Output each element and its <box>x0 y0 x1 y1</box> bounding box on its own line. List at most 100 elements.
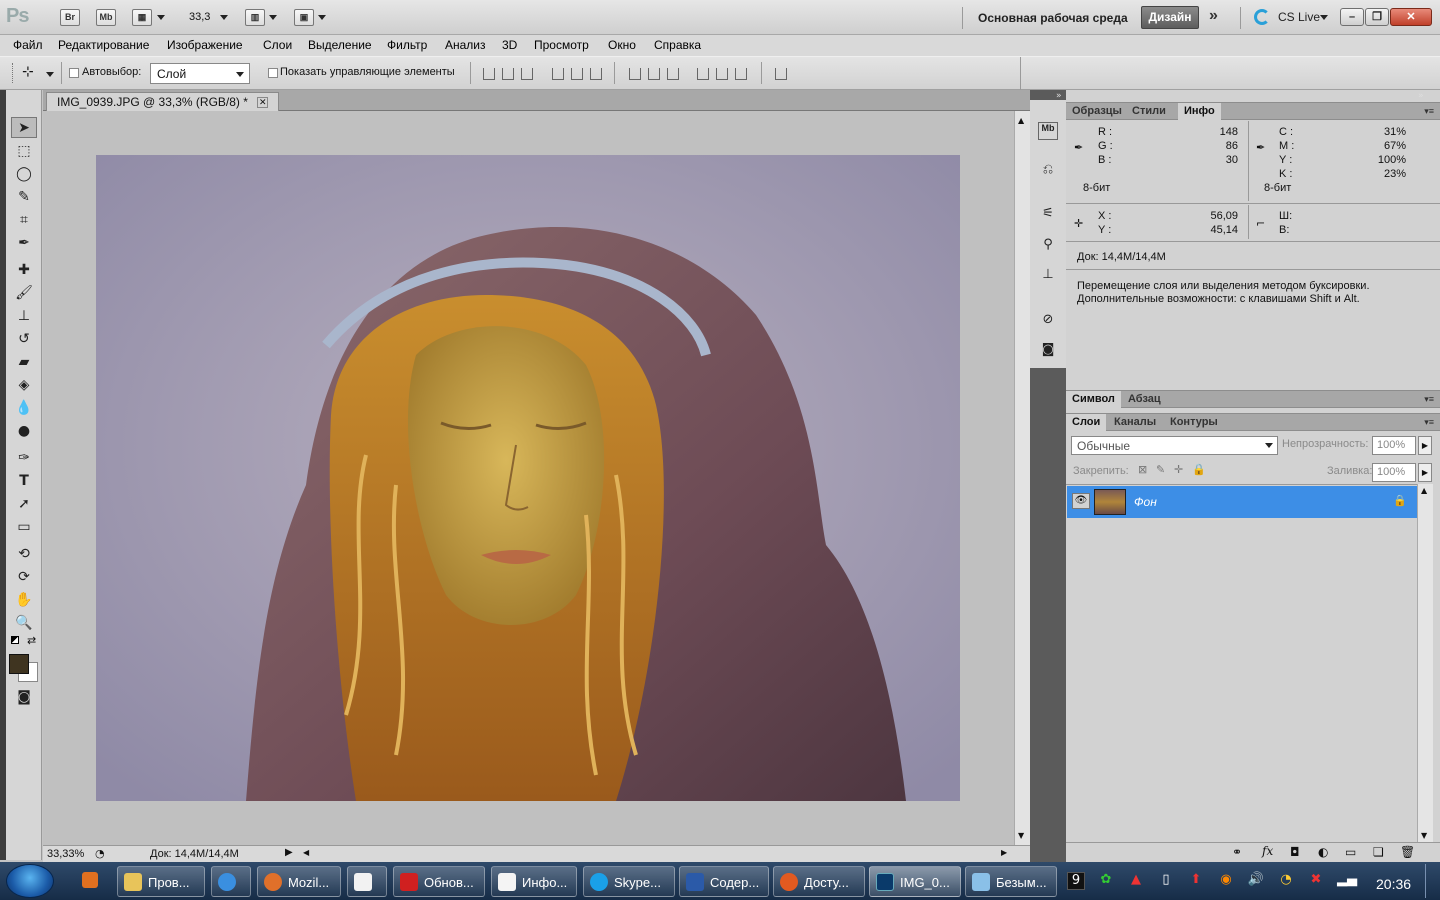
autoselect-target-select[interactable]: Слой <box>150 63 250 84</box>
link-layers-icon[interactable]: ⚭ <box>1232 845 1242 859</box>
lock-transparency-icon[interactable]: ⊠ <box>1138 463 1147 476</box>
clone-stamp-tool-icon[interactable]: ⊥ <box>11 305 37 326</box>
menu-filter[interactable]: Фильтр <box>387 38 427 52</box>
zoom-tool-icon[interactable]: 🔍 <box>11 612 37 633</box>
tray-acrobat-icon[interactable]: ▲ <box>1127 872 1145 890</box>
mini-bridge-panel-icon[interactable]: Mb <box>1038 122 1058 140</box>
options-grip[interactable] <box>12 63 15 83</box>
lock-all-icon[interactable]: 🔒 <box>1192 463 1206 476</box>
scroll-right-icon[interactable]: ▶ <box>1001 848 1007 857</box>
tray-signal-icon[interactable]: ▂▄ <box>1337 872 1357 890</box>
hand-tool-icon[interactable]: ✋ <box>11 589 37 610</box>
move-tool-preset-icon[interactable]: ⊹ <box>22 64 34 80</box>
cs-live-dropdown-icon[interactable] <box>1320 15 1328 20</box>
tray-clock-app-icon[interactable]: ◔ <box>1277 872 1295 890</box>
scroll-left-icon[interactable]: ◀ <box>303 848 309 857</box>
new-group-icon[interactable]: ▭ <box>1345 845 1356 859</box>
swap-colors-icon[interactable]: ⇄ <box>27 634 36 647</box>
adjustments-panel-icon[interactable]: ⚟ <box>1038 206 1058 224</box>
artwork-canvas[interactable] <box>96 155 960 801</box>
media-player-icon[interactable] <box>82 872 98 888</box>
type-tool-icon[interactable]: T <box>11 470 37 491</box>
align-bottom-icon[interactable] <box>521 68 533 80</box>
view-extras-dropdown-icon[interactable] <box>157 15 165 20</box>
menu-file[interactable]: Файл <box>13 38 43 52</box>
taskbar-update[interactable]: Обнов... <box>393 866 485 897</box>
close-button[interactable]: ✕ <box>1390 8 1432 26</box>
menu-analysis[interactable]: Анализ <box>445 38 486 52</box>
tab-info[interactable]: Инфо <box>1178 103 1221 120</box>
show-desktop-button[interactable] <box>1425 864 1439 898</box>
history-panel-icon[interactable]: ⎌ <box>1038 162 1058 180</box>
taskbar-photoshop[interactable]: IMG_0... <box>869 866 961 897</box>
scroll-down-icon[interactable]: ▼ <box>1018 831 1024 840</box>
cs-live-icon[interactable] <box>1254 9 1270 25</box>
distribute-top-icon[interactable] <box>629 68 641 80</box>
align-top-icon[interactable] <box>483 68 495 80</box>
scroll-up-icon[interactable]: ▲ <box>1421 486 1427 495</box>
foreground-color-swatch[interactable] <box>9 654 29 674</box>
screen-mode-dropdown-icon[interactable] <box>318 15 326 20</box>
align-left-icon[interactable] <box>552 68 564 80</box>
status-zoom[interactable]: 33,33% <box>47 848 84 860</box>
blend-mode-select[interactable]: Обычные <box>1071 436 1278 455</box>
tray-avast-icon[interactable]: ◉ <box>1217 872 1235 890</box>
lock-pixels-icon[interactable]: ✎ <box>1156 463 1165 476</box>
new-layer-icon[interactable]: ❏ <box>1373 845 1384 859</box>
opacity-slider-icon[interactable]: ▶ <box>1418 436 1432 455</box>
blur-tool-icon[interactable]: 💧 <box>11 397 37 418</box>
masks-panel-icon[interactable]: ⚲ <box>1038 237 1058 255</box>
tray-nine-icon[interactable]: 9 <box>1067 872 1085 890</box>
menu-view[interactable]: Просмотр <box>534 38 589 52</box>
taskbar-info[interactable]: Инфо... <box>491 866 577 897</box>
arrange-dropdown-icon[interactable] <box>269 15 277 20</box>
taskbar-app[interactable] <box>347 866 387 897</box>
tray-device-icon[interactable]: ▯ <box>1157 872 1175 890</box>
quick-mask-icon[interactable]: ◙ <box>11 686 37 707</box>
taskbar-word[interactable]: Содер... <box>679 866 769 897</box>
fill-slider-icon[interactable]: ▶ <box>1418 463 1432 482</box>
navigator-panel-icon[interactable]: ⊘ <box>1038 312 1058 330</box>
taskbar-explorer[interactable]: Пров... <box>117 866 205 897</box>
more-workspaces-icon[interactable]: » <box>1209 7 1218 25</box>
screen-mode-icon[interactable]: ▣ <box>294 9 314 26</box>
start-button[interactable] <box>6 864 54 898</box>
align-right-icon[interactable] <box>590 68 602 80</box>
lasso-tool-icon[interactable]: ◯ <box>11 163 37 184</box>
layer-row-background[interactable]: 👁 Фон 🔒 <box>1067 486 1418 518</box>
tab-layers[interactable]: Слои <box>1066 414 1107 431</box>
status-menu-arrow-icon[interactable]: ▶ <box>285 847 293 858</box>
menu-edit[interactable]: Редактирование <box>58 38 149 52</box>
menu-select[interactable]: Выделение <box>308 38 372 52</box>
tray-update-icon[interactable]: ⬆ <box>1187 872 1205 890</box>
workspace-essentials-label[interactable]: Основная рабочая среда <box>978 11 1128 25</box>
distribute-left-icon[interactable] <box>697 68 709 80</box>
taskbar-paint[interactable]: Безым... <box>965 866 1057 897</box>
align-vcenter-icon[interactable] <box>502 68 514 80</box>
canvas-vertical-scrollbar[interactable]: ▲ ▼ <box>1014 111 1030 845</box>
tray-network-warning-icon[interactable]: ✖ <box>1307 872 1325 890</box>
scroll-down-icon[interactable]: ▼ <box>1421 831 1427 840</box>
taskbar-clock[interactable]: 20:36 <box>1376 876 1411 892</box>
tray-volume-icon[interactable]: 🔊 <box>1247 872 1265 890</box>
fill-field[interactable]: 100% <box>1372 463 1416 482</box>
tool-preset-dropdown-icon[interactable] <box>46 72 54 77</box>
scroll-up-icon[interactable]: ▲ <box>1018 116 1024 125</box>
minimize-button[interactable]: – <box>1340 8 1364 26</box>
arrange-documents-icon[interactable]: ▥ <box>245 9 265 26</box>
brush-tool-icon[interactable]: 🖌 <box>11 282 37 303</box>
panel-menu-icon[interactable]: ▾≡ <box>1424 394 1434 405</box>
add-mask-icon[interactable]: ◘ <box>1290 845 1300 859</box>
collapse-panels-icon[interactable]: » <box>1418 91 1424 101</box>
status-zoom-icon[interactable]: ◔ <box>95 847 105 860</box>
move-tool-icon[interactable]: ➤ <box>11 117 37 138</box>
distribute-right-icon[interactable] <box>735 68 747 80</box>
menu-window[interactable]: Окно <box>608 38 636 52</box>
layer-name[interactable]: Фон <box>1134 495 1157 509</box>
view-extras-icon[interactable]: ▦ <box>132 9 152 26</box>
show-transform-controls-checkbox[interactable] <box>268 68 278 78</box>
delete-layer-icon[interactable]: 🗑 <box>1400 845 1415 859</box>
taskbar-firefox[interactable]: Mozil... <box>257 866 341 897</box>
camera-panel-icon[interactable]: ◙ <box>1038 342 1058 360</box>
layers-scrollbar[interactable]: ▲ ▼ <box>1417 484 1433 848</box>
